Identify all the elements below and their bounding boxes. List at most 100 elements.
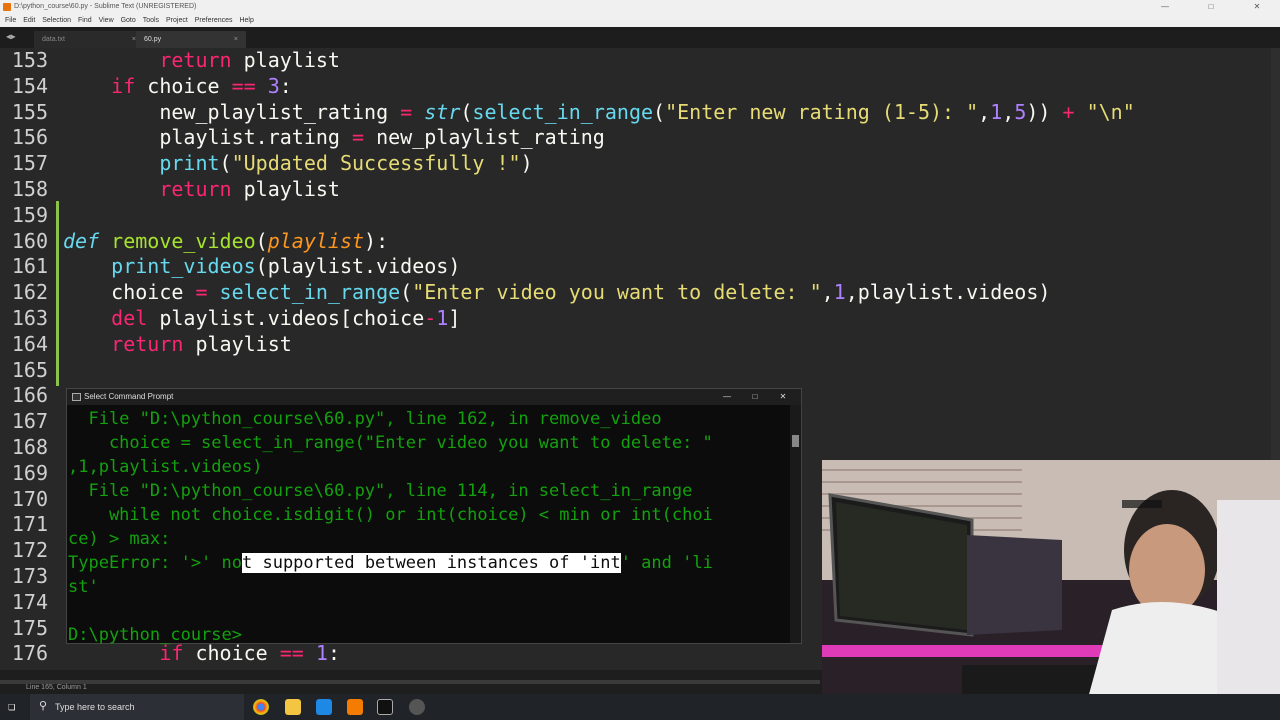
code-line[interactable]: 156 playlist.rating = new_playlist_ratin… <box>0 124 1280 150</box>
cmd-title: Select Command Prompt <box>84 392 174 401</box>
line-number: 161 <box>11 254 48 279</box>
code-line[interactable]: 154 if choice == 3: <box>0 73 1280 99</box>
cmd-line: choice = select_in_range("Enter video yo… <box>68 433 713 453</box>
code-line[interactable]: 153 return playlist <box>0 48 1280 73</box>
cmd-minimize-button[interactable]: — <box>713 389 741 405</box>
close-button[interactable]: ✕ <box>1234 0 1280 14</box>
code-text: return playlist <box>159 48 340 72</box>
cmd-maximize-button[interactable]: □ <box>741 389 769 405</box>
menu-file[interactable]: File <box>5 14 16 27</box>
taskbar-search-box[interactable]: ⚲ Type here to search <box>30 694 244 720</box>
window-titlebar: D:\python_course\60.py - Sublime Text (U… <box>0 0 1280 14</box>
cmd-scrollbar[interactable] <box>790 405 801 643</box>
line-number: 162 <box>11 280 48 305</box>
menu-help[interactable]: Help <box>239 14 253 27</box>
tab-data-txt[interactable]: data.txt × <box>34 31 144 48</box>
menu-view[interactable]: View <box>99 14 114 27</box>
line-number: 164 <box>11 331 48 356</box>
line-number: 171 <box>11 512 48 537</box>
close-tab-icon[interactable]: × <box>234 31 238 48</box>
code-text: print("Updated Successfully !") <box>159 151 533 176</box>
code-line[interactable]: 162 choice = select_in_range("Enter vide… <box>0 279 1280 305</box>
menu-preferences[interactable]: Preferences <box>195 14 233 27</box>
menu-project[interactable]: Project <box>166 14 188 27</box>
line-number: 168 <box>11 435 48 459</box>
terminal-icon <box>72 393 81 401</box>
cmd-line: ,1,playlist.videos) <box>68 457 263 477</box>
cmd-line: st' <box>68 577 99 597</box>
tab-60-py[interactable]: 60.py × <box>136 31 246 48</box>
line-number: 172 <box>11 538 48 563</box>
line-number: 169 <box>11 460 48 485</box>
code-line[interactable]: 161 print_videos(playlist.videos) <box>0 253 1280 279</box>
line-number: 153 <box>11 48 48 72</box>
line-number: 163 <box>11 306 48 330</box>
error-text-end: ' and 'li <box>620 553 713 573</box>
sublime-app-icon <box>3 3 11 11</box>
line-number: 156 <box>11 125 48 150</box>
cmd-titlebar[interactable]: Select Command Prompt — □ ✕ <box>67 389 801 405</box>
menu-bar: File Edit Selection Find View Goto Tools… <box>0 14 1280 27</box>
code-line[interactable]: 165 <box>0 357 1280 383</box>
modified-lines-marker <box>56 201 59 386</box>
chrome-icon[interactable] <box>253 699 269 715</box>
webcam-scene <box>822 460 1280 720</box>
settings-icon[interactable] <box>409 699 425 715</box>
cmd-line: File "D:\python_course\60.py", line 114,… <box>68 481 693 501</box>
line-number: 155 <box>11 99 48 124</box>
search-icon: ⚲ <box>39 699 48 712</box>
line-number: 159 <box>11 202 48 227</box>
line-number: 175 <box>11 615 48 640</box>
horizontal-scrollbar[interactable] <box>0 680 820 684</box>
code-line[interactable]: 160 def remove_video(playlist): <box>0 228 1280 254</box>
error-text-start: TypeError: '>' no <box>68 553 242 573</box>
file-explorer-icon[interactable] <box>285 699 301 715</box>
minimize-button[interactable]: — <box>1142 0 1188 14</box>
tab-label: 60.py <box>144 36 162 43</box>
cursor-position: Line 165, Column 1 <box>26 684 87 691</box>
code-line[interactable]: 164 return playlist <box>0 331 1280 357</box>
line-number: 176 <box>11 641 48 666</box>
search-placeholder: Type here to search <box>55 702 135 712</box>
line-number: 158 <box>11 177 48 201</box>
cmd-scroll-thumb[interactable] <box>792 435 799 447</box>
line-number: 167 <box>11 409 48 434</box>
selected-text: t supported between instances of 'int <box>242 553 621 573</box>
command-prompt-window[interactable]: Select Command Prompt — □ ✕ File "D:\pytho… <box>66 388 802 647</box>
windows-start-icon[interactable]: ❏ <box>8 700 21 713</box>
menu-edit[interactable]: Edit <box>23 14 35 27</box>
line-number: 174 <box>11 589 48 614</box>
maximize-button[interactable]: □ <box>1188 0 1234 14</box>
code-text: del playlist.videos[choice-1] <box>111 306 461 330</box>
code-line[interactable]: 159 <box>0 202 1280 228</box>
cmd-line: ce) > max: <box>68 529 171 549</box>
menu-find[interactable]: Find <box>78 14 92 27</box>
line-number: 166 <box>11 383 48 408</box>
cmd-line: File "D:\python_course\60.py", line 162,… <box>68 409 662 429</box>
line-number: 165 <box>11 357 48 382</box>
code-line[interactable]: 157 print("Updated Successfully !") <box>0 150 1280 176</box>
mail-icon[interactable] <box>316 699 332 715</box>
line-number: 170 <box>11 486 48 511</box>
line-number: 157 <box>11 151 48 176</box>
code-text: new_playlist_rating = str(select_in_rang… <box>63 99 1135 124</box>
menu-goto[interactable]: Goto <box>121 14 136 27</box>
tab-nav-arrows-icon[interactable]: ◀▶ <box>6 32 16 41</box>
menu-tools[interactable]: Tools <box>143 14 159 27</box>
cmd-output[interactable]: File "D:\python_course\60.py", line 162,… <box>67 407 789 647</box>
cmd-line: while not choice.isdigit() or int(choice… <box>68 505 713 525</box>
code-text: print_videos(playlist.videos) <box>111 254 461 279</box>
cmd-prompt: D:\python_course> <box>68 625 242 645</box>
menu-selection[interactable]: Selection <box>42 14 71 27</box>
tab-label: data.txt <box>42 36 65 43</box>
sublime-text-icon[interactable] <box>347 699 363 715</box>
webcam-overlay <box>822 460 1280 720</box>
cmd-line <box>67 599 789 623</box>
terminal-icon[interactable] <box>377 699 393 715</box>
window-title: D:\python_course\60.py - Sublime Text (U… <box>14 3 197 10</box>
code-line[interactable]: 158 return playlist <box>0 176 1280 202</box>
cmd-close-button[interactable]: ✕ <box>769 389 797 405</box>
cmd-line-error: TypeError: '>' not supported between ins… <box>67 551 789 575</box>
code-line[interactable]: 163 del playlist.videos[choice-1] <box>0 305 1280 331</box>
code-line[interactable]: 155 new_playlist_rating = str(select_in_… <box>0 99 1280 125</box>
